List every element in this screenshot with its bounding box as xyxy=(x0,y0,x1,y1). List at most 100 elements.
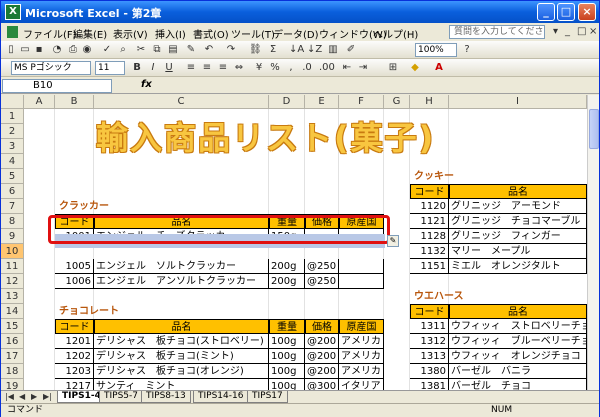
table-cell[interactable]: 1132 xyxy=(410,244,449,259)
copy-icon[interactable]: ⧉ xyxy=(151,43,163,56)
table-cell[interactable]: 1151 xyxy=(410,259,449,274)
research-icon[interactable]: ⌕ xyxy=(117,43,129,56)
save-icon[interactable]: ▪ xyxy=(33,43,45,56)
row-header-10[interactable]: 10 xyxy=(1,244,24,259)
font-name-select[interactable]: MS Pゴシック xyxy=(11,61,91,75)
worksheet-grid[interactable]: A B C D E F G H I 1 2 3 4 5 6 7 8 9 10 1… xyxy=(1,95,587,390)
table-cell[interactable]: @250 xyxy=(305,259,339,274)
sheet-tab-tips8-13[interactable]: TIPS8-13 xyxy=(141,391,191,403)
table-cell[interactable]: マリー メープル xyxy=(449,244,587,259)
table-cell[interactable]: 1381 xyxy=(410,379,449,390)
doc-close-button[interactable]: × xyxy=(589,26,597,37)
open-icon[interactable]: ▭ xyxy=(19,43,31,56)
table-cell[interactable]: 1217 xyxy=(55,379,94,390)
table-cell[interactable]: サンティ ミント xyxy=(94,379,269,390)
table-cell[interactable]: デリシャス 板チョコ(ストロベリー) xyxy=(94,334,269,349)
autosum-icon[interactable]: Σ xyxy=(267,43,279,56)
table-cell[interactable]: 1312 xyxy=(410,334,449,349)
table-header[interactable]: 品名 xyxy=(94,319,269,334)
table-cell[interactable]: 200g xyxy=(269,259,305,274)
table-cell[interactable]: ミエル オレンジタルト xyxy=(449,259,587,274)
decrease-decimal-icon[interactable]: .00 xyxy=(319,61,335,74)
table-header[interactable]: 価格 xyxy=(305,319,339,334)
table-cell[interactable]: 1201 xyxy=(55,334,94,349)
row-header-8[interactable]: 8 xyxy=(1,214,24,229)
table-header[interactable]: 重量 xyxy=(269,319,305,334)
table-cell[interactable]: @250 xyxy=(305,274,339,289)
currency-icon[interactable]: ¥ xyxy=(253,61,265,74)
table-cell[interactable]: 1120 xyxy=(410,199,449,214)
table-header[interactable]: コード xyxy=(410,304,449,319)
row-header-16[interactable]: 16 xyxy=(1,334,24,349)
cut-icon[interactable]: ✂ xyxy=(135,43,147,56)
zoom-select[interactable]: 100% xyxy=(415,43,457,57)
col-header-h[interactable]: H xyxy=(410,95,449,109)
bold-button[interactable]: B xyxy=(131,61,143,74)
sheet-tab-tips17[interactable]: TIPS17 xyxy=(247,391,288,403)
row-header-6[interactable]: 6 xyxy=(1,184,24,199)
permission-icon[interactable]: ◔ xyxy=(51,43,63,56)
table-cell[interactable]: デリシャス 板チョコ(オレンジ) xyxy=(94,364,269,379)
table-cell[interactable]: 1202 xyxy=(55,349,94,364)
table-header[interactable]: 原産国 xyxy=(339,319,384,334)
table-cell[interactable]: 1005 xyxy=(55,259,94,274)
row-header-9[interactable]: 9 xyxy=(1,229,24,244)
table-cell[interactable]: 1311 xyxy=(410,319,449,334)
table-cell[interactable]: @200 xyxy=(305,364,339,379)
table-cell[interactable]: 1380 xyxy=(410,364,449,379)
table-cell[interactable]: 100g xyxy=(269,349,305,364)
table-cell[interactable]: ウフィッィ ストロベリーチョコ xyxy=(449,319,587,334)
row-header-17[interactable]: 17 xyxy=(1,349,24,364)
row-header-12[interactable]: 12 xyxy=(1,274,24,289)
row-header-19[interactable]: 19 xyxy=(1,379,24,390)
fx-icon[interactable]: fx xyxy=(141,79,152,90)
fill-color-icon[interactable]: ◆ xyxy=(409,61,421,74)
new-icon[interactable]: ▯ xyxy=(5,43,17,56)
maximize-button[interactable]: □ xyxy=(557,3,575,21)
table-cell[interactable]: ウフィッィ オレンジチョコ xyxy=(449,349,587,364)
title-bar[interactable]: X Microsoft Excel - 第2章 _ □ × xyxy=(1,1,599,23)
vertical-scrollbar[interactable] xyxy=(587,95,599,390)
close-button[interactable]: × xyxy=(578,3,596,21)
last-sheet-icon[interactable]: ▶| xyxy=(43,392,52,401)
decrease-indent-icon[interactable]: ⇤ xyxy=(341,61,353,74)
format-painter-icon[interactable]: ✎ xyxy=(185,43,197,56)
name-box[interactable]: B10 xyxy=(2,79,112,93)
col-header-e[interactable]: E xyxy=(305,95,339,109)
table-cell[interactable]: アメリカ xyxy=(339,364,384,379)
doc-minimize-button[interactable]: _ xyxy=(565,26,570,37)
table-cell[interactable] xyxy=(339,274,384,289)
help-icon[interactable]: ? xyxy=(461,43,473,56)
table-header[interactable]: コード xyxy=(55,319,94,334)
sheet-tab-tips14-16[interactable]: TIPS14-16 xyxy=(193,391,249,403)
excel-app-icon[interactable]: X xyxy=(5,4,21,20)
sort-descending-icon[interactable]: ↓Z xyxy=(307,43,322,56)
row-header-15[interactable]: 15 xyxy=(1,319,24,334)
table-cell[interactable]: アメリカ xyxy=(339,334,384,349)
table-cell[interactable]: 200g xyxy=(269,274,305,289)
table-cell[interactable] xyxy=(339,259,384,274)
minimize-button[interactable]: _ xyxy=(537,3,555,21)
row-header-2[interactable]: 2 xyxy=(1,124,24,139)
table-cell[interactable]: イタリア xyxy=(339,379,384,390)
menu-data[interactable]: データ(D) xyxy=(273,26,319,41)
row-header-1[interactable]: 1 xyxy=(1,109,24,124)
percent-icon[interactable]: % xyxy=(269,61,281,74)
table-cell[interactable]: 1203 xyxy=(55,364,94,379)
font-size-select[interactable]: 11 xyxy=(95,61,125,75)
insert-options-icon[interactable]: ✎ xyxy=(387,235,399,247)
table-cell[interactable]: 1313 xyxy=(410,349,449,364)
workbook-icon[interactable] xyxy=(7,26,18,38)
align-left-icon[interactable]: ≡ xyxy=(185,61,197,74)
col-header-f[interactable]: F xyxy=(339,95,384,109)
doc-restore-button[interactable]: □ xyxy=(577,26,586,37)
spelling-icon[interactable]: ✓ xyxy=(101,43,113,56)
undo-icon[interactable]: ↶ xyxy=(203,43,215,56)
table-cell[interactable]: @200 xyxy=(305,334,339,349)
menu-tools[interactable]: ツール(T) xyxy=(231,26,275,41)
table-cell[interactable]: グリニッジ チョコマーブル xyxy=(449,214,587,229)
comma-icon[interactable]: , xyxy=(285,61,297,74)
table-cell[interactable]: デリシャス 板チョコ(ミント) xyxy=(94,349,269,364)
table-cell[interactable]: @200 xyxy=(305,349,339,364)
menu-edit[interactable]: 編集(E) xyxy=(73,26,107,41)
